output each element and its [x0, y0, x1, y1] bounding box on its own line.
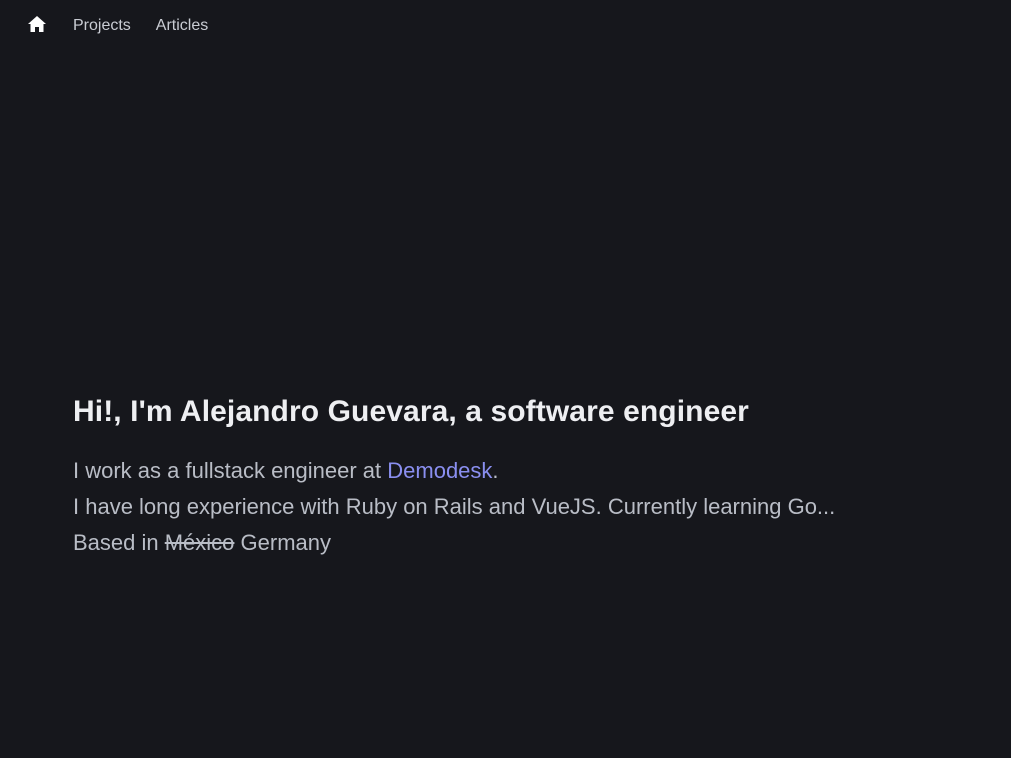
nav-link-projects[interactable]: Projects [73, 15, 131, 37]
location-prefix: Based in [73, 530, 165, 555]
experience-line: I have long experience with Ruby on Rail… [73, 494, 836, 519]
work-line: I work as a fullstack engineer at Demode… [73, 453, 973, 489]
former-location: México [164, 530, 235, 555]
location-line: Based in México Germany [73, 525, 973, 561]
nav-link-articles[interactable]: Articles [156, 15, 208, 37]
home-icon [27, 15, 47, 38]
top-nav: Projects Articles [26, 14, 208, 38]
hero-section: Hi!, I'm Alejandro Guevara, a software e… [73, 393, 973, 561]
hero-body: I work as a fullstack engineer at Demode… [73, 453, 973, 561]
current-location: Germany [234, 530, 332, 555]
company-link[interactable]: Demodesk [387, 458, 492, 483]
page: Projects Articles Hi!, I'm Alejandro Gue… [0, 0, 1011, 758]
hero-title: Hi!, I'm Alejandro Guevara, a software e… [73, 395, 749, 428]
home-link[interactable] [26, 15, 48, 37]
work-line-prefix: I work as a fullstack engineer at [73, 458, 388, 483]
work-line-suffix: . [492, 458, 499, 483]
